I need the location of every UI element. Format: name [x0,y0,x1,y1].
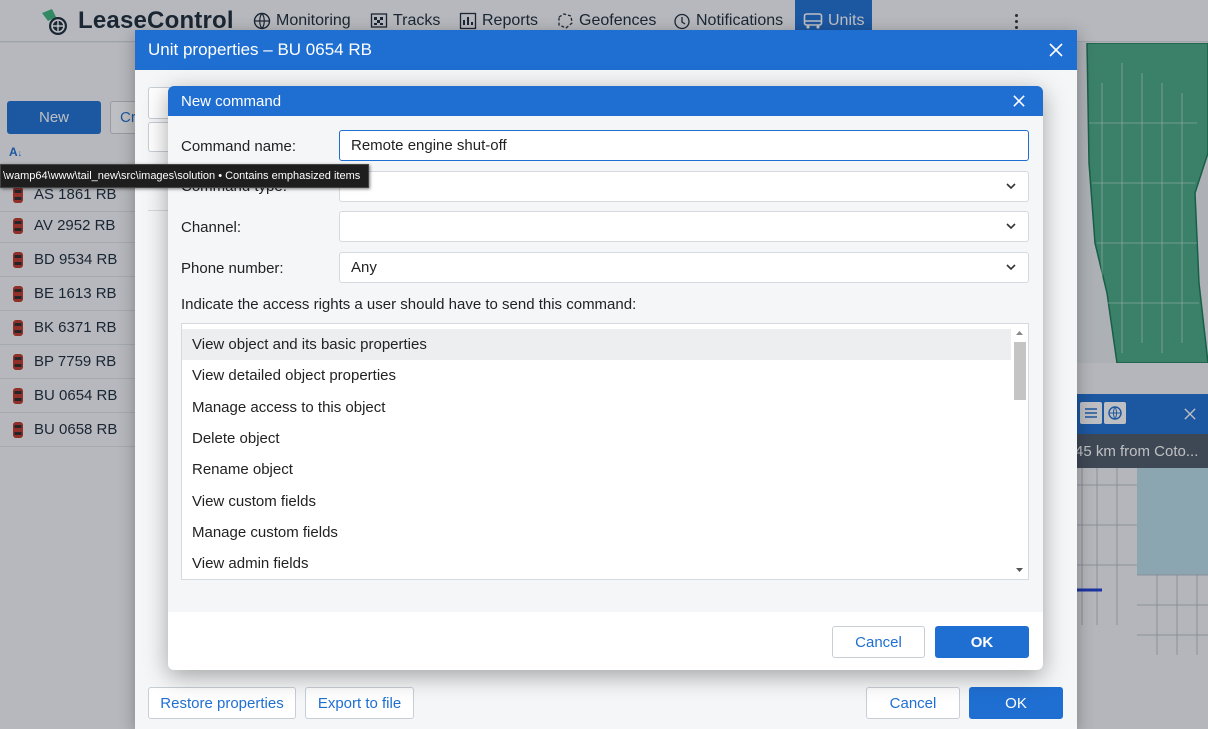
dialog-header: New command [168,86,1043,116]
scroll-thumb[interactable] [1014,342,1026,400]
list-item[interactable]: View custom fields [182,486,1011,517]
command-name-input[interactable]: Remote engine shut-off [339,130,1029,161]
close-icon[interactable] [1013,95,1025,107]
dialog-header: Unit properties – BU 0654 RB [135,30,1077,70]
command-type-select[interactable] [339,171,1029,202]
access-rights-hint: Indicate the access rights a user should… [181,296,637,313]
restore-properties-button[interactable]: Restore properties [148,687,296,719]
path-tooltip: \wamp64\www\tail_new\src\images\solution… [0,164,370,188]
list-item[interactable]: Manage access to this object [182,392,1011,423]
chevron-down-icon [1006,264,1016,271]
close-icon[interactable] [1049,43,1063,57]
ok-button[interactable]: OK [935,626,1029,658]
ok-button[interactable]: OK [969,687,1063,719]
phone-number-value: Any [351,259,377,276]
access-rights-list[interactable]: View object and its basic properties Vie… [181,323,1029,580]
chevron-down-icon [1006,183,1016,190]
cancel-button[interactable]: Cancel [832,626,925,658]
list-item[interactable]: Delete object [182,423,1011,454]
scrollbar[interactable] [1011,324,1028,579]
list-item[interactable]: Rename object [182,454,1011,485]
channel-select[interactable] [339,211,1029,242]
phone-number-label: Phone number: [181,260,284,277]
scroll-down-icon[interactable] [1011,563,1028,577]
command-form: Command name: Remote engine shut-off Com… [168,116,1043,612]
dialog-title: New command [181,92,282,110]
command-name-value: Remote engine shut-off [351,137,507,154]
scroll-up-icon[interactable] [1011,326,1028,340]
export-to-file-button[interactable]: Export to file [305,687,414,719]
phone-number-select[interactable]: Any [339,252,1029,283]
list-item[interactable]: Manage custom fields [182,517,1011,548]
tooltip-text: \wamp64\www\tail_new\src\images\solution… [3,170,361,182]
list-item[interactable]: View admin fields [182,548,1011,579]
chevron-down-icon [1006,223,1016,230]
cancel-button[interactable]: Cancel [866,687,960,719]
list-item[interactable]: View detailed object properties [182,360,1011,391]
list-item[interactable]: View object and its basic properties [182,329,1011,360]
dialog-title: Unit properties – BU 0654 RB [148,40,372,59]
channel-label: Channel: [181,219,242,236]
command-name-label: Command name: [181,138,297,155]
